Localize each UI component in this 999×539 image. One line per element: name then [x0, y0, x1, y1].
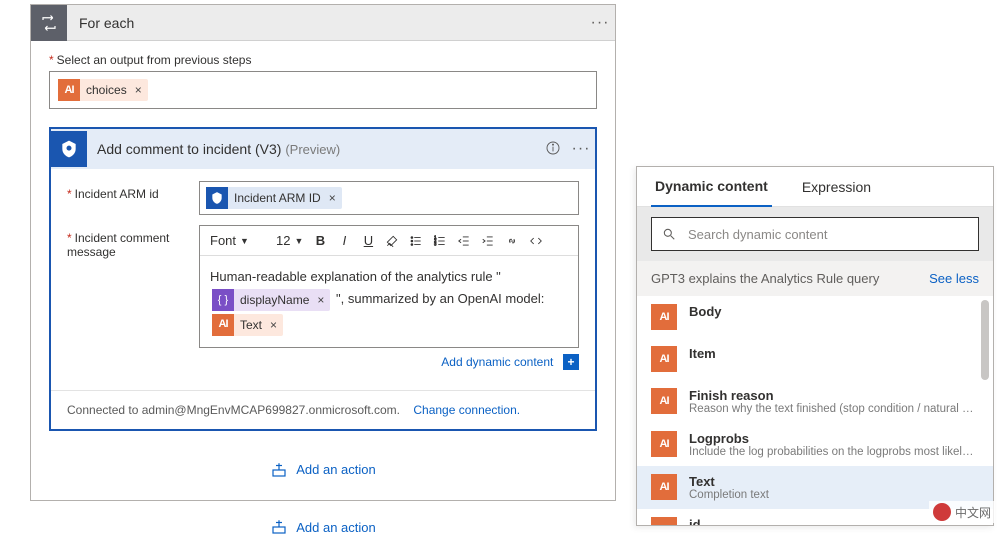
- dynamic-item-subtitle: Completion text: [689, 489, 979, 501]
- expression-icon: { }: [212, 289, 234, 311]
- openai-icon: AI: [651, 517, 677, 525]
- token-displayname[interactable]: { } displayName ×: [212, 289, 330, 311]
- action-header[interactable]: Add comment to incident (V3) (Preview) ·…: [51, 129, 595, 169]
- dynamic-group-header: GPT3 explains the Analytics Rule query S…: [637, 261, 993, 296]
- dynamic-content-item[interactable]: AI LogprobsInclude the log probabilities …: [637, 423, 993, 466]
- openai-icon: AI: [651, 431, 677, 457]
- php-logo-icon: [933, 503, 951, 521]
- bullet-list-icon[interactable]: [405, 230, 427, 252]
- search-input-wrapper[interactable]: [651, 217, 979, 251]
- dynamic-item-subtitle: Include the log probabilities on the log…: [689, 446, 979, 458]
- outdent-icon[interactable]: [453, 230, 475, 252]
- kebab-menu-icon[interactable]: ···: [585, 14, 615, 32]
- tab-expression[interactable]: Expression: [798, 167, 875, 207]
- loop-icon: [31, 5, 67, 41]
- dynamic-content-list: AI Body AI Item AI Finish reasonReason why th…: [637, 296, 993, 525]
- link-icon[interactable]: [501, 230, 523, 252]
- openai-icon: AI: [58, 79, 80, 101]
- sentinel-icon: [206, 187, 228, 209]
- italic-icon[interactable]: I: [333, 230, 355, 252]
- indent-icon[interactable]: [477, 230, 499, 252]
- token-choices[interactable]: AI choices ×: [58, 79, 148, 101]
- add-step-icon: [270, 518, 288, 536]
- rte-toolbar: Font▼ 12▼ B I U 123: [200, 226, 578, 256]
- dynamic-item-title: Finish reason: [689, 388, 979, 403]
- dynamic-content-item[interactable]: AI Finish reasonReason why the text finis…: [637, 380, 993, 423]
- dynamic-content-panel: Dynamic content Expression GPT3 explains…: [636, 166, 994, 526]
- plus-icon[interactable]: +: [563, 354, 579, 370]
- foreach-title: For each: [67, 15, 585, 31]
- add-dynamic-content-link[interactable]: Add dynamic content: [441, 355, 553, 369]
- change-connection-link[interactable]: Change connection.: [413, 403, 520, 417]
- openai-icon: AI: [651, 474, 677, 500]
- close-icon[interactable]: ×: [133, 83, 148, 97]
- action-title: Add comment to incident (V3) (Preview): [87, 141, 539, 157]
- arm-id-field[interactable]: Incident ARM ID ×: [199, 181, 579, 215]
- dynamic-item-subtitle: Reason why the text finished (stop condi…: [689, 403, 979, 415]
- select-output-field[interactable]: AI choices ×: [49, 71, 597, 109]
- openai-icon: AI: [651, 346, 677, 372]
- code-view-icon[interactable]: [525, 230, 547, 252]
- search-input[interactable]: [686, 226, 968, 243]
- dynamic-item-title: Body: [689, 304, 979, 319]
- font-family-dropdown[interactable]: Font▼: [206, 230, 270, 252]
- add-step-icon: [270, 461, 288, 479]
- dynamic-item-title: Item: [689, 346, 979, 361]
- token-incident-arm-id[interactable]: Incident ARM ID ×: [206, 187, 342, 209]
- svg-text:3: 3: [435, 241, 438, 246]
- foreach-header[interactable]: For each ···: [31, 5, 615, 41]
- action-footer: Connected to admin@MngEnvMCAP699827.onmi…: [51, 390, 595, 429]
- openai-icon: AI: [651, 304, 677, 330]
- number-list-icon[interactable]: 123: [429, 230, 451, 252]
- watermark-badge: 中文网: [929, 501, 995, 523]
- dynamic-item-title: Text: [689, 474, 979, 489]
- font-size-dropdown[interactable]: 12▼: [272, 230, 307, 252]
- openai-icon: AI: [212, 314, 234, 336]
- close-icon[interactable]: ×: [327, 191, 342, 205]
- kebab-menu-icon[interactable]: ···: [567, 140, 595, 158]
- foreach-card: For each ··· *Select an output from prev…: [30, 4, 616, 501]
- search-icon: [662, 227, 676, 241]
- comment-message-label: *Incident comment message: [67, 225, 187, 370]
- sentinel-icon: [51, 131, 87, 167]
- see-less-link[interactable]: See less: [929, 271, 979, 286]
- underline-icon[interactable]: U: [357, 230, 379, 252]
- info-icon[interactable]: [539, 140, 567, 159]
- action-card: Add comment to incident (V3) (Preview) ·…: [49, 127, 597, 431]
- add-action-button[interactable]: Add an action: [270, 518, 376, 536]
- tab-dynamic-content[interactable]: Dynamic content: [651, 167, 772, 207]
- rte-content[interactable]: Human-readable explanation of the analyt…: [200, 256, 578, 347]
- token-text[interactable]: AI Text ×: [212, 314, 283, 336]
- scrollbar[interactable]: [979, 300, 991, 521]
- arm-id-label: *Incident ARM id: [67, 181, 187, 215]
- openai-icon: AI: [651, 388, 677, 414]
- select-output-label: *Select an output from previous steps: [49, 53, 597, 67]
- highlight-icon[interactable]: [381, 230, 403, 252]
- add-action-button[interactable]: Add an action: [270, 461, 376, 479]
- bold-icon[interactable]: B: [309, 230, 331, 252]
- close-icon[interactable]: ×: [268, 315, 283, 335]
- close-icon[interactable]: ×: [315, 290, 330, 310]
- rte-box: Font▼ 12▼ B I U 123: [199, 225, 579, 348]
- dynamic-item-title: Logprobs: [689, 431, 979, 446]
- dynamic-content-item[interactable]: AI Item: [637, 338, 993, 380]
- dynamic-content-item[interactable]: AI Body: [637, 296, 993, 338]
